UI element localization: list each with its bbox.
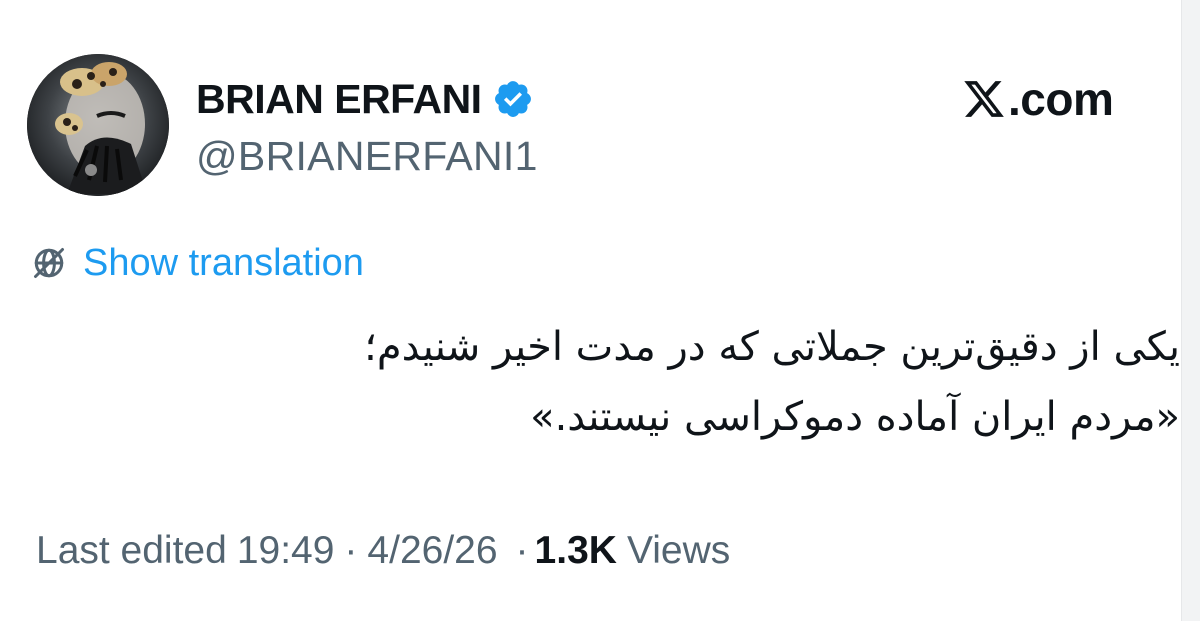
tweet-date[interactable]: 4/26/26 bbox=[367, 529, 497, 573]
brand-domain-text: .com bbox=[1008, 73, 1114, 125]
globe-slash-icon bbox=[31, 245, 67, 281]
scrollbar-edge bbox=[1181, 0, 1200, 621]
meta-separator: · bbox=[344, 529, 358, 572]
author-handle[interactable]: @BRIANERFANI1 bbox=[196, 133, 538, 180]
author-name-row[interactable]: BRIAN ERFANI bbox=[196, 74, 534, 124]
show-translation-link[interactable]: Show translation bbox=[31, 240, 364, 286]
tweet-line: یکی از دقیق‌ترین جملاتی که در مدت اخیر ش… bbox=[364, 324, 1180, 370]
tweet-screenshot: BRIAN ERFANI @BRIANERFANI1 .com Show tra bbox=[0, 0, 1200, 621]
tweet-meta: Last edited 19:49 · 4/26/26 · 1.3K Views bbox=[36, 526, 730, 576]
edit-time[interactable]: 19:49 bbox=[237, 529, 335, 573]
tweet-line: «مردم ایران آماده دموکراسی نیستند.» bbox=[530, 394, 1180, 440]
verified-badge-icon bbox=[492, 78, 534, 120]
x-logo-icon bbox=[962, 77, 1006, 121]
views-label: Views bbox=[626, 529, 731, 572]
show-translation-label[interactable]: Show translation bbox=[83, 242, 364, 285]
views-count: 1.3K bbox=[534, 529, 617, 572]
display-name[interactable]: BRIAN ERFANI bbox=[196, 76, 482, 123]
meta-separator: · bbox=[515, 529, 529, 572]
brand-logo: .com bbox=[962, 72, 1114, 126]
avatar-image bbox=[27, 54, 169, 196]
avatar[interactable] bbox=[27, 54, 169, 196]
last-edited-label[interactable]: Last edited bbox=[36, 529, 227, 573]
tweet-body: یکی از دقیق‌ترین جملاتی که در مدت اخیر ش… bbox=[30, 312, 1180, 452]
